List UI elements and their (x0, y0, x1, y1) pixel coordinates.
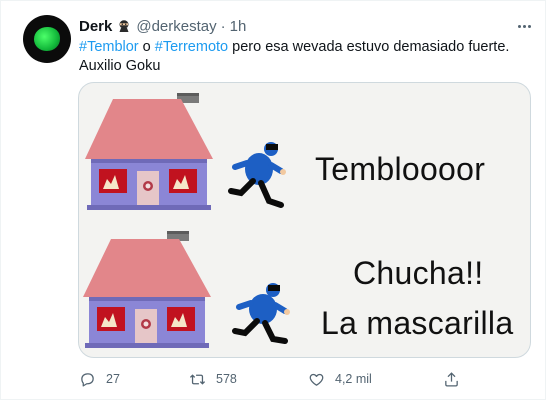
like-button[interactable]: 4,2 mil (308, 369, 372, 389)
house-illustration (83, 231, 211, 348)
avatar-image (34, 27, 60, 51)
tweet-header: Derk @derkestay · 1h (79, 16, 246, 36)
ninja-emoji-icon (117, 19, 131, 33)
hashtag-link-terremoto[interactable]: #Terremoto (155, 39, 228, 55)
like-count: 4,2 mil (335, 372, 372, 386)
running-man-illustration (228, 142, 286, 208)
house-illustration (85, 93, 213, 210)
more-dot (527, 24, 531, 28)
retweet-button[interactable]: 578 (189, 369, 237, 389)
hashtag-link-temblor[interactable]: #Temblor (79, 39, 139, 55)
tweet-text: #Temblor o #Terremoto pero esa wevada es… (79, 38, 519, 76)
tweet-actions: 27 578 4,2 mil (79, 369, 519, 389)
reply-button[interactable]: 27 (79, 369, 120, 389)
reply-count: 27 (106, 372, 120, 386)
more-dot (517, 24, 521, 28)
more-dot (522, 24, 526, 28)
running-man-illustration (232, 283, 290, 344)
more-options-button[interactable] (514, 16, 534, 36)
share-button[interactable] (443, 369, 460, 389)
heart-icon (309, 373, 324, 386)
retweet-icon (189, 373, 206, 385)
author-name[interactable]: Derk (79, 18, 112, 35)
meme-caption-top: Tembloooor (315, 151, 486, 187)
author-handle[interactable]: @derkestay (136, 18, 216, 35)
tweet-text-segment: o (138, 39, 155, 55)
tweet-card[interactable]: Derk @derkestay · 1h #Temblor o #Terremo… (0, 0, 546, 400)
meme-caption-bottom-line1: Chucha!! (353, 255, 484, 291)
tweet-timestamp[interactable]: 1h (230, 18, 247, 35)
meme-caption-bottom-line2: La mascarilla (321, 305, 514, 341)
header-separator: · (220, 17, 226, 35)
retweet-count: 578 (216, 372, 237, 386)
tweet-media-image[interactable]: Tembloooor Chucha!! La mascarilla (78, 82, 531, 358)
avatar[interactable] (23, 15, 71, 63)
share-icon (445, 371, 458, 387)
reply-icon (81, 372, 94, 387)
